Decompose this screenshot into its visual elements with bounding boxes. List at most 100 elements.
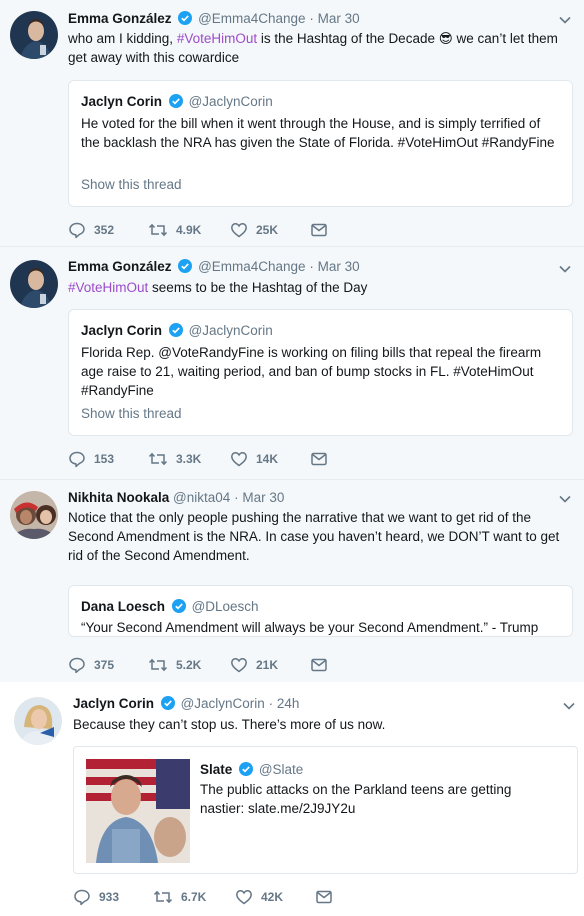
quoted-tweet-text: “Your Second Amendment will always be yo… <box>81 620 539 635</box>
quoted-tweet[interactable]: Jaclyn Corin @JaclynCorin Florida Rep. @… <box>68 309 573 436</box>
handle[interactable]: @nikta04 <box>173 490 230 505</box>
like-icon <box>231 223 247 238</box>
tweet-feed: Emma González @Emma4Change · Mar 30 who … <box>0 0 584 916</box>
dm-icon <box>311 223 327 237</box>
display-name[interactable]: Emma González <box>68 11 172 26</box>
like-count: 42K <box>261 890 284 904</box>
reply-icon <box>69 451 85 468</box>
verified-badge-icon <box>178 259 193 278</box>
tweet-header: Emma González @Emma4Change · Mar 30 <box>68 258 360 278</box>
tweet[interactable]: Emma González @Emma4Change · Mar 30 #Vot… <box>0 247 584 480</box>
retweet-button[interactable]: 4.9K <box>148 221 230 239</box>
reply-count: 352 <box>94 223 115 237</box>
avatar[interactable] <box>10 491 58 539</box>
quoted-tweet-header: Jaclyn Corin @JaclynCorin <box>81 322 273 342</box>
separator: · <box>234 490 239 505</box>
hashtag-link[interactable]: #VoteHimOut <box>177 31 257 46</box>
timestamp[interactable]: Mar 30 <box>318 259 360 274</box>
card-handle: @Slate <box>258 762 304 777</box>
chevron-down-icon[interactable] <box>558 492 572 506</box>
timestamp[interactable]: Mar 30 <box>242 490 284 505</box>
handle[interactable]: @Emma4Change <box>198 11 306 26</box>
quoted-handle: @JaclynCorin <box>188 94 273 109</box>
retweet-icon <box>153 890 173 904</box>
reply-button[interactable]: 352 <box>68 221 148 239</box>
quoted-tweet-text: He voted for the bill when it went throu… <box>81 116 555 150</box>
tweet[interactable]: Nikhita Nookala @nikta04 · Mar 30 Notice… <box>0 480 584 682</box>
verified-badge-icon <box>171 599 186 618</box>
card-image <box>86 759 190 863</box>
quoted-handle: @JaclynCorin <box>188 323 273 338</box>
like-button[interactable]: 42K <box>235 888 315 906</box>
avatar-photo <box>14 697 62 745</box>
retweet-count: 6.7K <box>181 890 207 904</box>
verified-badge-icon <box>239 762 254 781</box>
verified-badge-icon <box>178 11 193 30</box>
display-name[interactable]: Emma González <box>68 259 172 274</box>
quoted-display-name: Jaclyn Corin <box>81 94 163 109</box>
avatar[interactable] <box>10 260 58 308</box>
direct-message-button[interactable] <box>310 450 340 468</box>
tweet[interactable]: Jaclyn Corin @JaclynCorin · 24h Because … <box>0 682 584 916</box>
reply-icon <box>69 657 85 674</box>
handle[interactable]: @JaclynCorin <box>181 696 265 711</box>
tweet-header: Emma González @Emma4Change · Mar 30 <box>68 10 360 30</box>
quoted-display-name: Dana Loesch <box>81 599 166 614</box>
timestamp[interactable]: Mar 30 <box>318 11 360 26</box>
reply-count: 153 <box>94 452 115 466</box>
quoted-display-name: Jaclyn Corin <box>81 323 163 338</box>
dm-icon <box>311 658 327 672</box>
avatar-photo <box>10 260 58 308</box>
tweet-header: Nikhita Nookala @nikta04 · Mar 30 <box>68 489 284 507</box>
direct-message-button[interactable] <box>315 888 345 906</box>
tweet-text-part: seems to be the Hashtag of the Day <box>148 280 368 295</box>
like-button[interactable]: 14K <box>230 450 310 468</box>
chevron-down-icon[interactable] <box>562 699 576 713</box>
dm-icon <box>316 890 332 904</box>
chevron-down-icon[interactable] <box>558 13 572 27</box>
tweet-text: #VoteHimOut seems to be the Hashtag of t… <box>68 278 568 297</box>
reply-button[interactable]: 153 <box>68 450 148 468</box>
reply-count: 933 <box>99 890 120 904</box>
show-thread-link[interactable]: Show this thread <box>81 406 182 421</box>
like-button[interactable]: 25K <box>230 221 310 239</box>
display-name[interactable]: Jaclyn Corin <box>73 696 154 711</box>
avatar[interactable] <box>10 11 58 59</box>
tweet[interactable]: Emma González @Emma4Change · Mar 30 who … <box>0 0 584 247</box>
timestamp[interactable]: 24h <box>277 696 300 711</box>
retweet-button[interactable]: 6.7K <box>153 888 235 906</box>
reply-button[interactable]: 933 <box>73 888 153 906</box>
quoted-tweet[interactable]: Dana Loesch @DLoesch “Your Second Amendm… <box>68 585 573 637</box>
handle[interactable]: @Emma4Change <box>198 259 306 274</box>
retweet-count: 5.2K <box>176 658 202 672</box>
retweet-icon <box>148 658 168 672</box>
like-button[interactable]: 21K <box>230 656 310 674</box>
avatar[interactable] <box>14 697 62 745</box>
card-display-name: Slate <box>200 762 233 777</box>
direct-message-button[interactable] <box>310 656 340 674</box>
verified-badge-icon <box>168 94 183 113</box>
like-count: 21K <box>256 658 279 672</box>
quoted-tweet[interactable]: Jaclyn Corin @JaclynCorin He voted for t… <box>68 80 573 207</box>
reply-button[interactable]: 375 <box>68 656 148 674</box>
hashtag-link[interactable]: #VoteHimOut <box>68 280 148 295</box>
separator: · <box>309 259 314 274</box>
retweet-icon <box>148 223 168 237</box>
dm-icon <box>311 452 327 466</box>
reply-count: 375 <box>94 658 115 672</box>
show-thread-link[interactable]: Show this thread <box>81 177 182 192</box>
like-icon <box>231 452 247 467</box>
link-card[interactable]: Slate @Slate The public attacks on the P… <box>73 746 578 874</box>
like-icon <box>231 658 247 673</box>
separator: · <box>268 696 274 711</box>
avatar-photo <box>10 11 58 59</box>
quoted-handle: @DLoesch <box>191 599 259 614</box>
retweet-button[interactable]: 3.3K <box>148 450 230 468</box>
direct-message-button[interactable] <box>310 221 340 239</box>
chevron-down-icon[interactable] <box>558 262 572 276</box>
verified-badge-icon <box>160 696 175 715</box>
reply-icon <box>74 889 90 906</box>
retweet-button[interactable]: 5.2K <box>148 656 230 674</box>
tweet-header: Jaclyn Corin @JaclynCorin · 24h <box>73 695 299 715</box>
display-name[interactable]: Nikhita Nookala <box>68 490 169 505</box>
